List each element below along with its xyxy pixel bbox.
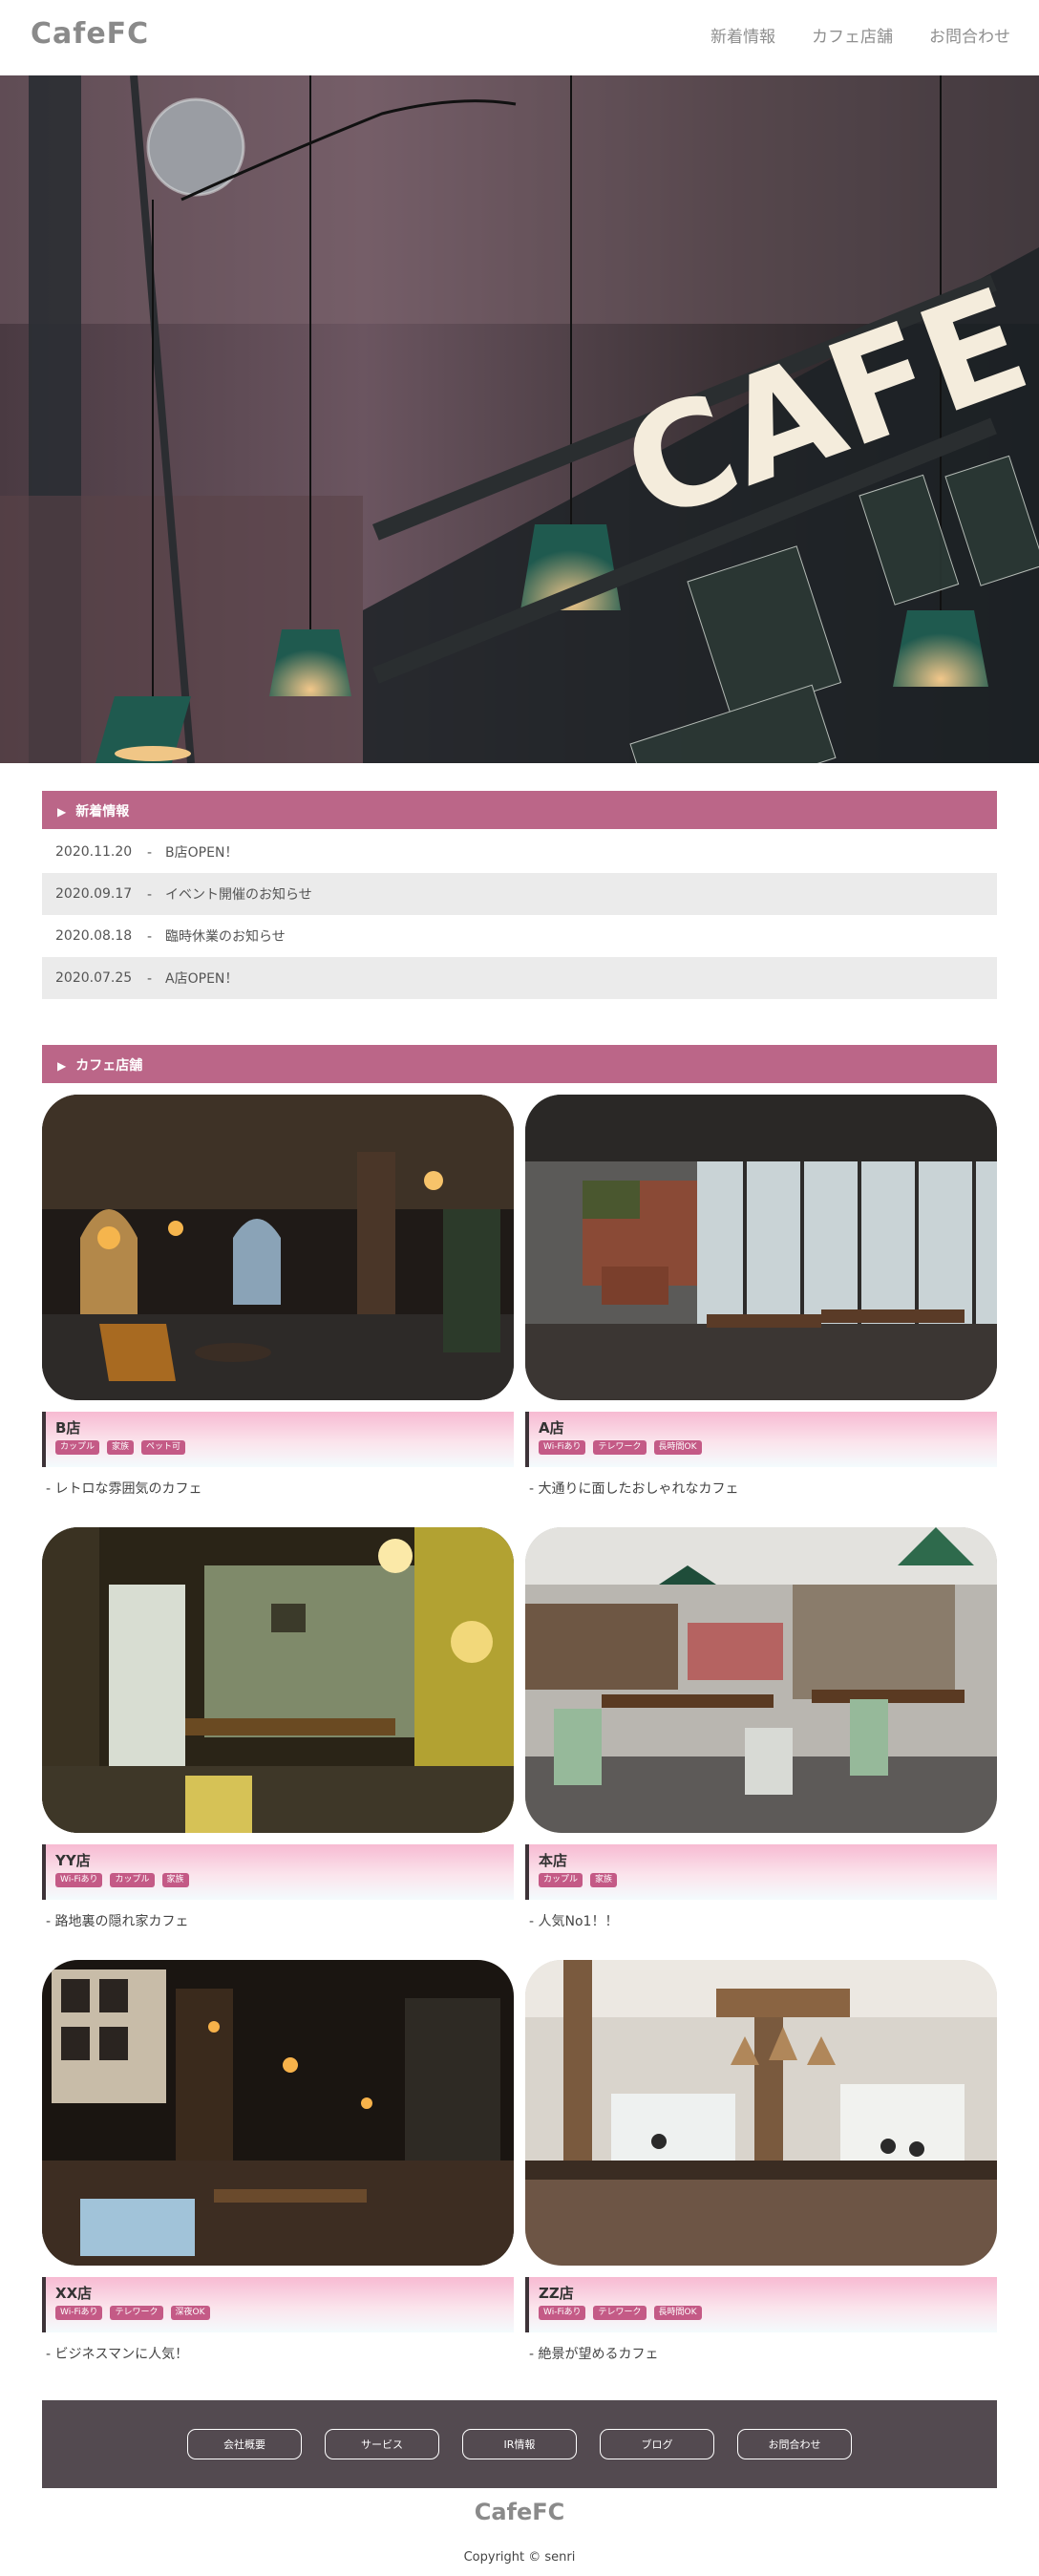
hero-image: CAFE [0,75,1039,763]
shops-section-header: ▶ カフェ店舗 [42,1045,997,1083]
news-title: - 臨時休業のお知らせ [147,929,286,945]
shop-tags: Wi-Fiあり カップル 家族 [55,1873,504,1887]
shop-photo[interactable] [525,1960,997,2266]
shop-card-header: 本店 カップル 家族 [525,1844,997,1900]
main-nav: 新着情報 カフェ店舗 お問合わせ [710,23,1010,47]
shop-tag: テレワーク [110,2306,163,2320]
footer-link-service[interactable]: サービス [325,2429,439,2459]
shop-name: ZZ店 [539,2285,574,2302]
shop-tag: カップル [55,1440,100,1455]
triangle-right-icon: ▶ [57,805,67,819]
news-title: - A店OPEN！ [147,971,239,987]
shop-tag: ペット可 [141,1440,186,1455]
shop-tag: 家族 [161,1873,189,1887]
triangle-right-icon: ▶ [57,1059,67,1073]
shop-card-yy[interactable]: YY店 Wi-Fiあり カップル 家族 - 路地裏の隠れ家カフェ [42,1527,514,1930]
shop-tag: カップル [110,1873,155,1887]
shop-card-header: YY店 Wi-Fiあり カップル 家族 [42,1844,514,1900]
site-logo[interactable]: CafeFC [31,17,149,51]
shop-tags: Wi-Fiあり テレワーク 長時間OK [539,2306,987,2320]
shop-tags: カップル 家族 [539,1873,987,1887]
news-list: 2020.11.20 - B店OPEN！ 2020.09.17 - イベント開催… [42,831,997,999]
shop-photo[interactable] [525,1095,997,1400]
footer-nav: 会社概要 サービス IR情報 ブログ お問合わせ [42,2400,997,2488]
news-title: - イベント開催のお知らせ [147,887,312,903]
shop-description: - 絶景が望めるカフェ [529,2347,659,2362]
shop-description: - レトロな雰囲気のカフェ [46,1481,202,1497]
footer-link-contact[interactable]: お問合わせ [737,2429,852,2459]
shop-description: - 大通りに面したおしゃれなカフェ [529,1481,739,1497]
nav-item-news[interactable]: 新着情報 [710,23,775,47]
shop-card-b[interactable]: B店 カップル 家族 ペット可 - レトロな雰囲気のカフェ [42,1095,514,1498]
shop-photo[interactable] [42,1095,514,1400]
shop-card-header: ZZ店 Wi-Fiあり テレワーク 長時間OK [525,2277,997,2332]
shop-photo[interactable] [42,1527,514,1833]
shop-description: - 人気No1！！ [529,1914,619,1929]
shop-tag: 長時間OK [653,2306,702,2320]
shop-card-header: XX店 Wi-Fiあり テレワーク 深夜OK [42,2277,514,2332]
news-date: 2020.09.17 [55,886,133,902]
shop-card-header: A店 Wi-Fiあり テレワーク 長時間OK [525,1412,997,1467]
shop-tags: カップル 家族 ペット可 [55,1440,504,1455]
copyright-text: Copyright © senri [463,2550,576,2565]
news-date: 2020.08.18 [55,928,133,944]
shop-tag: テレワーク [593,1440,647,1455]
shop-card-xx[interactable]: XX店 Wi-Fiあり テレワーク 深夜OK - ビジネスマンに人気！ [42,1960,514,2363]
news-date: 2020.07.25 [55,970,133,986]
shop-name: B店 [55,1419,81,1437]
shop-photo[interactable] [42,1960,514,2266]
footer-link-blog[interactable]: ブログ [600,2429,714,2459]
shop-card-header: B店 カップル 家族 ペット可 [42,1412,514,1467]
shop-name: 本店 [539,1852,568,1869]
shop-name: YY店 [55,1852,91,1869]
shop-tag: 家族 [107,1440,135,1455]
shop-card-zz[interactable]: ZZ店 Wi-Fiあり テレワーク 長時間OK - 絶景が望めるカフェ [525,1960,997,2363]
shop-tag: 家族 [590,1873,618,1887]
shop-description: - 路地裏の隠れ家カフェ [46,1914,189,1929]
shops-section-title: カフェ店舗 [75,1058,143,1074]
shop-tag: カップル [539,1873,583,1887]
shop-tag: 長時間OK [653,1440,702,1455]
shop-tag: Wi-Fiあり [539,1440,586,1455]
news-title: - B店OPEN！ [147,845,239,861]
shop-card-main[interactable]: 本店 カップル 家族 - 人気No1！！ [525,1527,997,1930]
shop-description: - ビジネスマンに人気！ [46,2347,189,2362]
shop-tags: Wi-Fiあり テレワーク 長時間OK [539,1440,987,1455]
news-section-header: ▶ 新着情報 [42,791,997,829]
news-item[interactable]: 2020.09.17 - イベント開催のお知らせ [42,873,997,915]
nav-item-shops[interactable]: カフェ店舗 [812,23,893,47]
news-item[interactable]: 2020.11.20 - B店OPEN！ [42,831,997,873]
shop-tags: Wi-Fiあり テレワーク 深夜OK [55,2306,504,2320]
shop-tag: 深夜OK [170,2306,210,2320]
news-item[interactable]: 2020.07.25 - A店OPEN！ [42,957,997,999]
shop-tag: Wi-Fiあり [539,2306,586,2320]
shop-name: XX店 [55,2285,93,2302]
news-date: 2020.11.20 [55,844,133,860]
footer-logo[interactable]: CafeFC [0,2499,1039,2525]
footer-link-ir[interactable]: IR情報 [462,2429,577,2459]
news-section-title: 新着情報 [75,804,130,820]
nav-item-contact[interactable]: お問合わせ [929,23,1010,47]
site-header: CafeFC 新着情報 カフェ店舗 お問合わせ [0,0,1039,75]
shop-name: A店 [539,1419,564,1437]
shop-tag: Wi-Fiあり [55,1873,103,1887]
shop-tag: Wi-Fiあり [55,2306,103,2320]
shop-tag: テレワーク [593,2306,647,2320]
shop-photo[interactable] [525,1527,997,1833]
news-item[interactable]: 2020.08.18 - 臨時休業のお知らせ [42,915,997,957]
footer-link-company[interactable]: 会社概要 [187,2429,302,2459]
shop-card-a[interactable]: A店 Wi-Fiあり テレワーク 長時間OK - 大通りに面したおしゃれなカフェ [525,1095,997,1498]
